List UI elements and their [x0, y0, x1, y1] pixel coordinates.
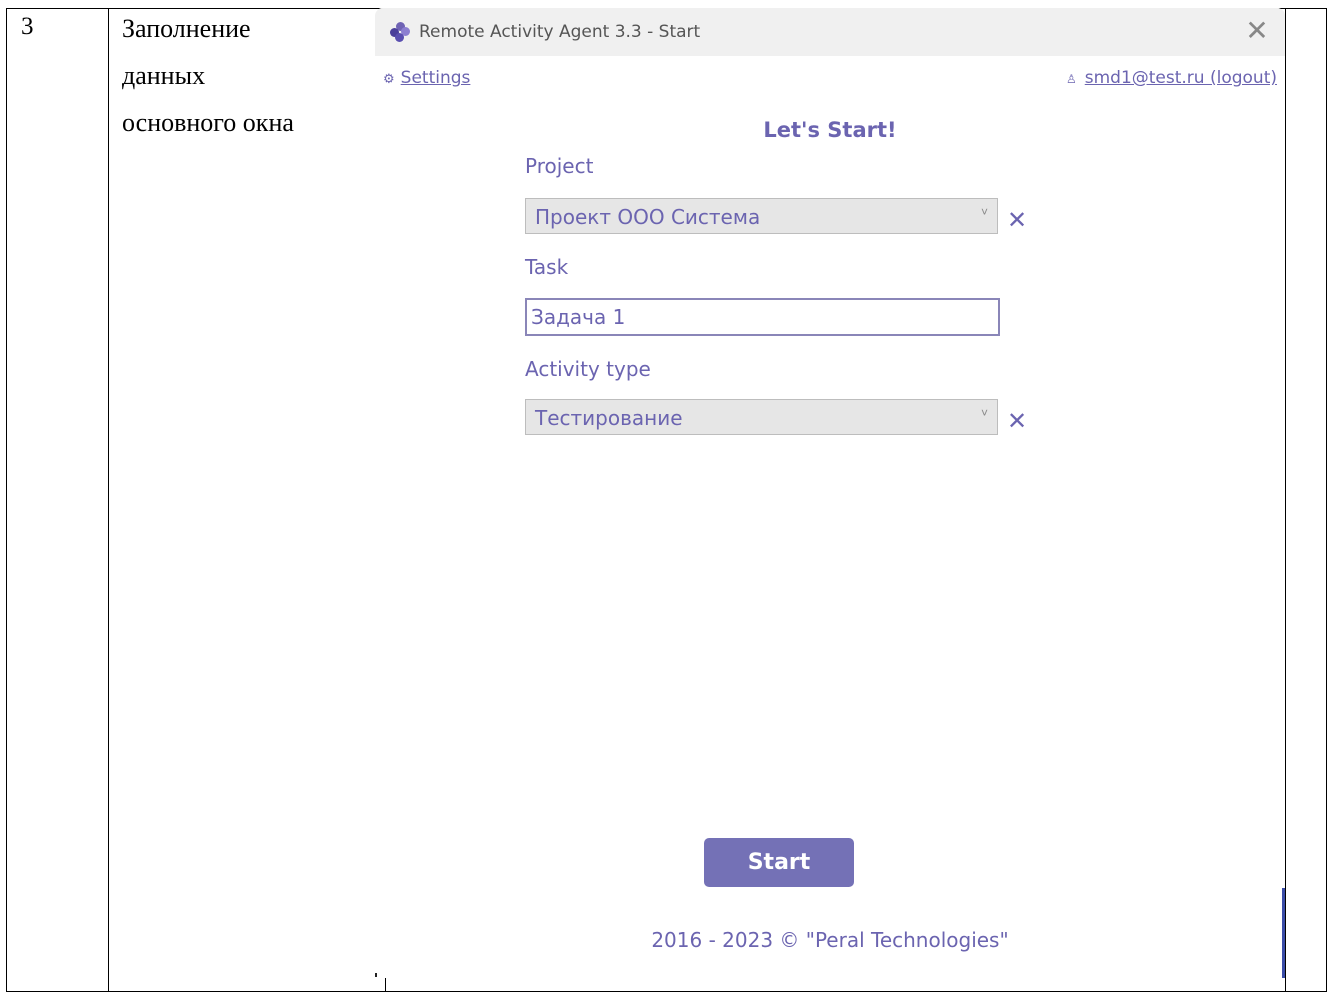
- project-value: Проект ООО Система: [535, 205, 761, 229]
- project-label: Project: [525, 154, 594, 178]
- settings-link[interactable]: ⚙ Settings: [383, 68, 470, 88]
- title-bar: Remote Activity Agent 3.3 - Start ✕: [375, 8, 1285, 56]
- project-clear-button[interactable]: ✕: [1005, 208, 1029, 232]
- window-title: Remote Activity Agent 3.3 - Start: [419, 22, 701, 42]
- app-window: Remote Activity Agent 3.3 - Start ✕ ⚙ Set…: [375, 8, 1285, 978]
- chevron-down-icon: ˅: [980, 406, 988, 420]
- user-label: smd1@test.ru (logout): [1084, 68, 1277, 88]
- window-close-button[interactable]: ✕: [1243, 17, 1271, 46]
- logout-link[interactable]: ♙ smd1@test.ru (logout): [1066, 68, 1277, 88]
- step-name-cell: Заполнение данных основного окна: [108, 8, 386, 992]
- empty-cell: [1285, 8, 1327, 992]
- window-edge-marker: [1282, 888, 1285, 978]
- activity-type-label: Activity type: [525, 357, 651, 381]
- project-select[interactable]: Проект ООО Система ˅: [525, 198, 998, 234]
- flower-logo-icon: [390, 22, 410, 42]
- step-name-line-3: основного окна: [122, 108, 294, 137]
- corner-marker: [375, 973, 377, 977]
- footer-copyright: 2016 - 2023 © "Peral Technologies": [651, 928, 1009, 952]
- row-number-cell: 3: [6, 8, 109, 992]
- activity-type-select[interactable]: Тестирование ˅: [525, 399, 998, 435]
- form-heading: Let's Start!: [763, 118, 897, 142]
- gear-icon: ⚙: [383, 72, 395, 87]
- task-input[interactable]: Задача 1: [525, 298, 1000, 336]
- settings-label: Settings: [400, 68, 471, 88]
- activity-clear-button[interactable]: ✕: [1005, 409, 1029, 433]
- start-button[interactable]: Start: [704, 838, 854, 887]
- user-icon: ♙: [1065, 72, 1077, 86]
- activity-type-value: Тестирование: [535, 406, 683, 430]
- row-number: 3: [21, 13, 34, 40]
- top-links-bar: ⚙ Settings ♙ smd1@test.ru (logout): [375, 66, 1285, 92]
- task-label: Task: [525, 255, 569, 279]
- chevron-down-icon: ˅: [980, 205, 988, 219]
